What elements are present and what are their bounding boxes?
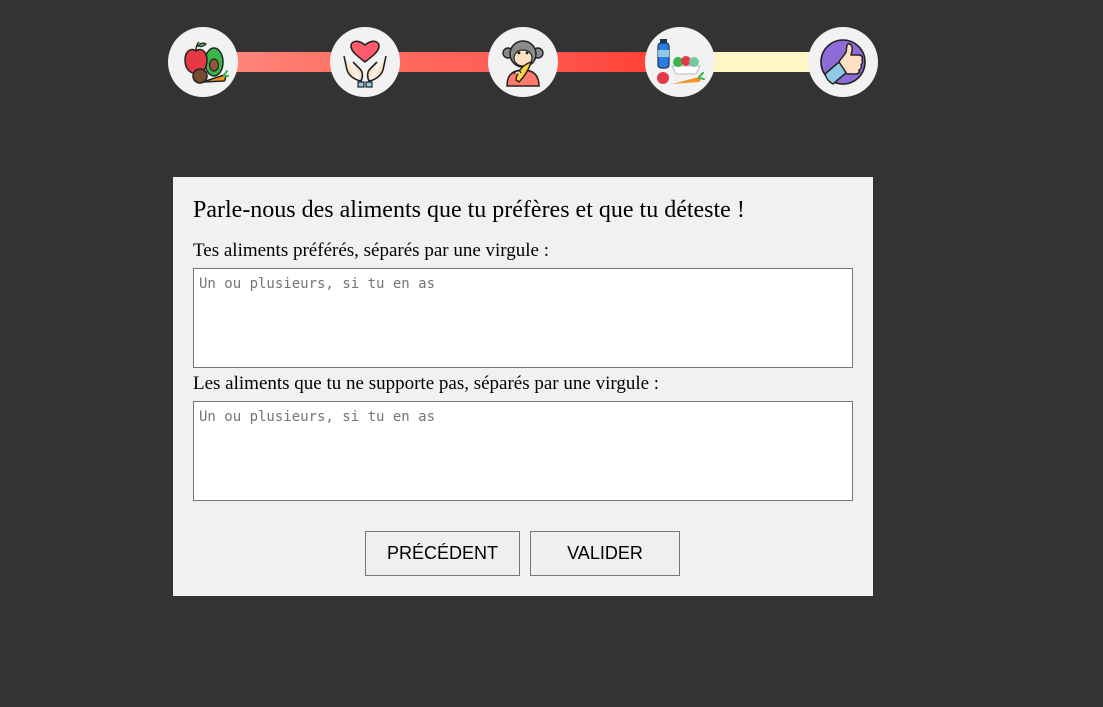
step-3: [488, 27, 558, 97]
previous-button[interactable]: PRÉCÉDENT: [365, 531, 520, 576]
disliked-foods-label: Les aliments que tu ne supporte pas, sép…: [193, 373, 660, 394]
thumbs-up-icon: [820, 39, 866, 85]
disliked-foods-input[interactable]: [193, 401, 853, 501]
form-title: Parle-nous des aliments que tu préfères …: [193, 197, 745, 223]
step-1: [168, 27, 238, 97]
progress-stepper: [168, 27, 878, 97]
monkey-banana-icon: [502, 40, 544, 87]
food-preferences-form: Parle-nous des aliments que tu préfères …: [173, 177, 873, 596]
fruits-icon: [184, 41, 229, 84]
submit-button[interactable]: VALIDER: [530, 531, 680, 576]
liked-foods-label: Tes aliments préférés, séparés par une v…: [193, 240, 550, 261]
step-4: [645, 27, 715, 97]
heart-hands-icon: [343, 40, 387, 88]
step-2: [330, 27, 400, 97]
step-5: [808, 27, 878, 97]
healthy-food-icon: [657, 39, 705, 84]
liked-foods-input[interactable]: [193, 268, 853, 368]
